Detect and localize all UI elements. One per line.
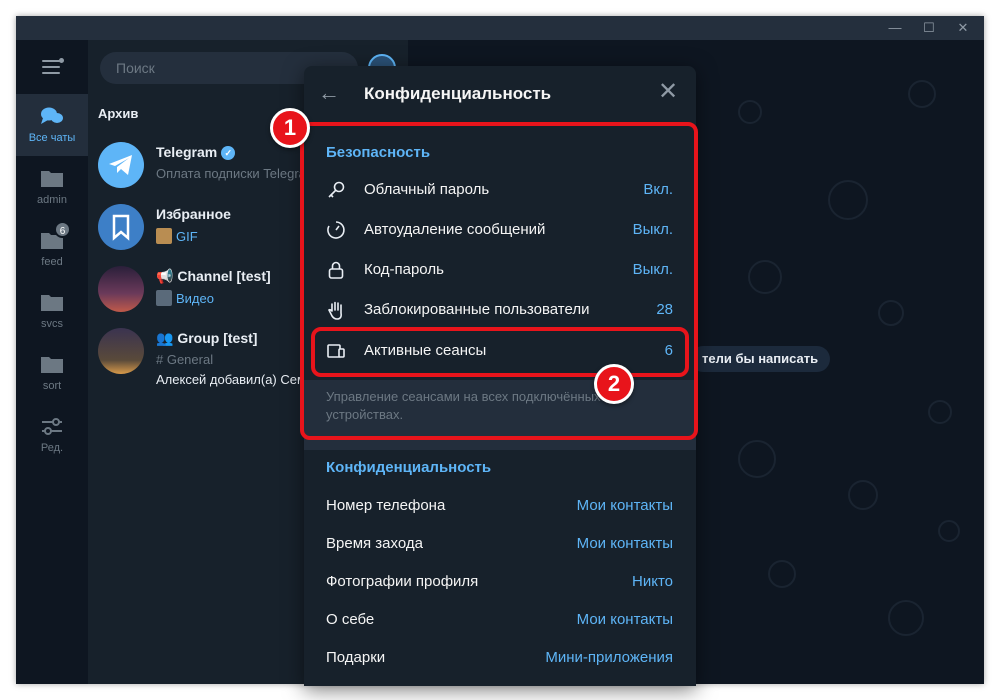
folder-icon: [41, 357, 63, 373]
unread-badge: 6: [54, 221, 71, 238]
folder-label: sort: [42, 380, 62, 392]
folder-label: Все чаты: [28, 132, 76, 144]
main-menu-icon[interactable]: [42, 58, 64, 74]
avatar: [98, 266, 144, 312]
privacy-section-header: Конфиденциальность: [326, 459, 492, 476]
row-value: Мои контакты: [576, 611, 673, 628]
gif-thumbnail: [156, 228, 172, 244]
verified-icon: ✓: [221, 146, 236, 160]
folder-feed[interactable]: 6 feed: [16, 218, 88, 280]
megaphone-icon: 📢: [156, 268, 178, 284]
edit-folders-icon: [42, 418, 62, 435]
row-label: Время захода: [326, 535, 423, 552]
panel-header: ← Конфиденциальность ✕: [304, 66, 696, 122]
folder-label: svcs: [41, 318, 63, 330]
row-last-seen[interactable]: Время захода Мои контакты: [304, 524, 696, 562]
folder-label: admin: [37, 194, 67, 206]
row-label: Подарки: [326, 649, 386, 666]
highlight-box-security: [300, 122, 698, 440]
folder-label: feed: [41, 256, 63, 268]
folder-svcs[interactable]: svcs: [16, 280, 88, 342]
avatar: [98, 328, 144, 374]
folders-sidebar: Все чаты admin 6 feed svcs sort Ред.: [16, 40, 88, 684]
minimize-icon[interactable]: —: [878, 16, 912, 40]
annotation-marker-2: 2: [594, 364, 634, 404]
row-phone-number[interactable]: Номер телефона Мои контакты: [304, 486, 696, 524]
row-value: Мои контакты: [576, 497, 673, 514]
row-profile-photos[interactable]: Фотографии профиля Никто: [304, 562, 696, 600]
highlight-box-active-sessions: [311, 327, 689, 377]
folder-icon: [41, 171, 63, 187]
row-value: Мини-приложения: [545, 649, 673, 666]
row-value: Мои контакты: [576, 535, 673, 552]
folder-edit[interactable]: Ред.: [16, 404, 88, 466]
folder-sort[interactable]: sort: [16, 342, 88, 404]
chat-name: Избранное: [156, 206, 231, 222]
panel-title: Конфиденциальность: [364, 84, 552, 103]
annotation-marker-1: 1: [270, 108, 310, 148]
chat-name: Telegram ✓: [156, 144, 236, 160]
row-label: О себе: [326, 611, 375, 628]
row-value: Никто: [632, 573, 673, 590]
maximize-icon[interactable]: ☐: [912, 16, 946, 40]
chat-name: 📢 Channel [test]: [156, 268, 271, 284]
row-bio[interactable]: О себе Мои контакты: [304, 600, 696, 638]
group-icon: 👥: [156, 330, 178, 346]
folder-icon: [41, 295, 63, 311]
close-icon[interactable]: ✕: [658, 80, 678, 104]
back-arrow-icon[interactable]: ←: [318, 82, 340, 104]
telegram-logo-icon: [109, 155, 132, 175]
row-gifts[interactable]: Подарки Мини-приложения: [304, 638, 696, 676]
folder-admin[interactable]: admin: [16, 156, 88, 218]
video-thumbnail: [156, 290, 172, 306]
row-label: Фотографии профиля: [326, 573, 479, 590]
folder-all-chats[interactable]: Все чаты: [16, 94, 88, 156]
close-window-icon[interactable]: ✕: [946, 16, 980, 40]
avatar: [98, 204, 144, 250]
avatar: [98, 142, 144, 188]
empty-chat-hint: тели бы написать: [690, 346, 831, 372]
folder-label: Ред.: [40, 442, 64, 454]
archive-label[interactable]: Архив: [98, 106, 138, 121]
chats-icon: [41, 107, 63, 124]
title-bar: — ☐ ✕: [16, 16, 984, 40]
row-label: Номер телефона: [326, 497, 446, 514]
chat-name: 👥 Group [test]: [156, 330, 258, 346]
bookmark-icon: [112, 214, 130, 241]
